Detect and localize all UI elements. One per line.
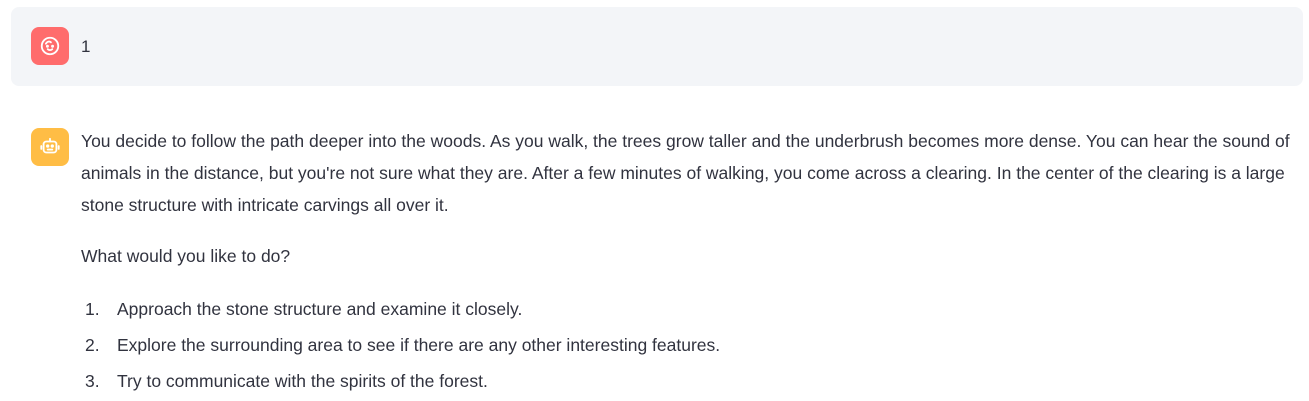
user-avatar [31, 27, 69, 65]
options-list: 1. Approach the stone structure and exam… [81, 291, 1301, 399]
assistant-avatar [31, 128, 69, 166]
assistant-message-body: You decide to follow the path deeper int… [81, 125, 1301, 399]
list-item-number: 1. [85, 299, 100, 319]
user-face-icon [39, 35, 61, 57]
assistant-paragraph: You decide to follow the path deeper int… [81, 131, 1290, 215]
list-item: 2. Explore the surrounding area to see i… [81, 327, 1301, 363]
list-item: 3. Try to communicate with the spirits o… [81, 363, 1301, 399]
list-item-number: 3. [85, 371, 100, 391]
list-item-text: Explore the surrounding area to see if t… [117, 335, 721, 355]
list-item-text: Try to communicate with the spirits of t… [117, 371, 488, 391]
chat-container: 1 You decide to follow the path deeper i… [0, 0, 1309, 401]
user-message: 1 [11, 7, 1303, 86]
robot-icon [39, 136, 61, 158]
assistant-question: What would you like to do? [81, 246, 291, 266]
list-item-number: 2. [85, 335, 100, 355]
assistant-message: You decide to follow the path deeper int… [11, 110, 1303, 401]
user-message-text: 1 [81, 37, 91, 56]
list-item: 1. Approach the stone structure and exam… [81, 291, 1301, 327]
list-item-text: Approach the stone structure and examine… [117, 299, 523, 319]
